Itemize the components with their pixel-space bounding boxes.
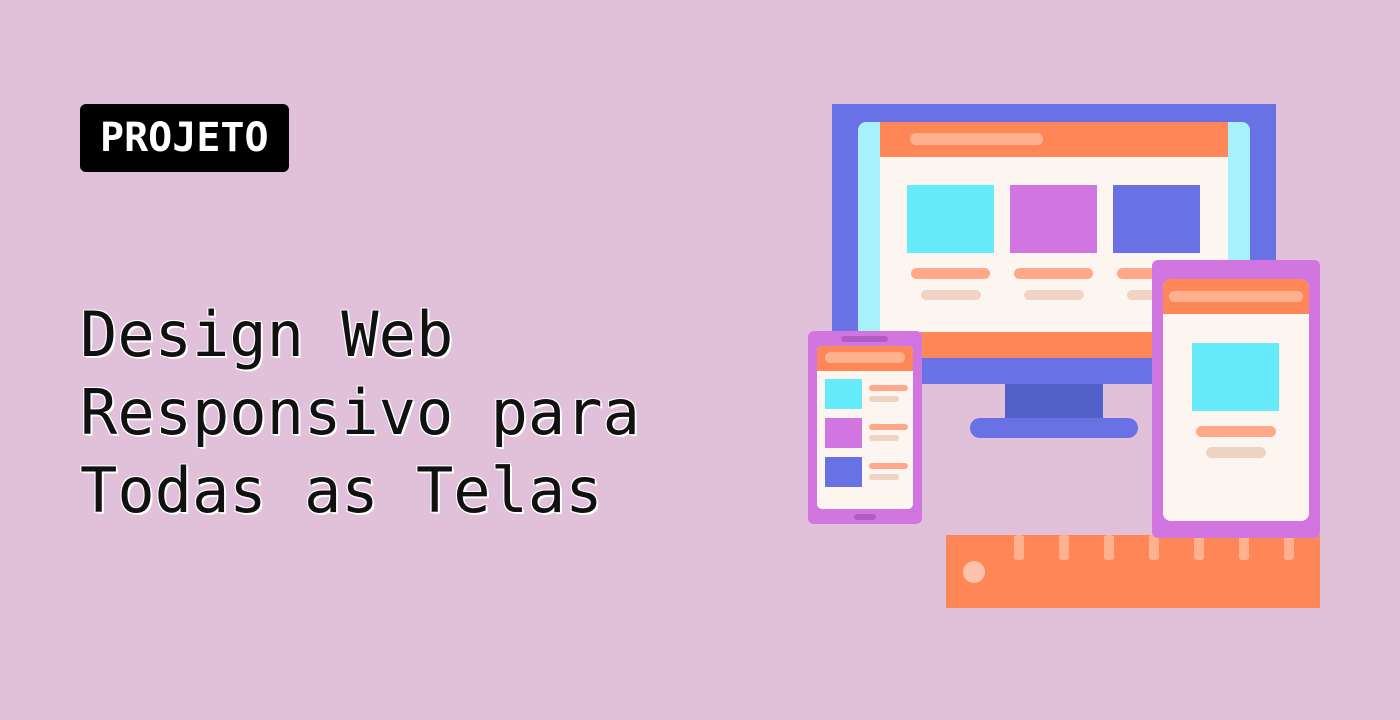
- monitor-header-bar: [910, 133, 1043, 145]
- ruler-hole: [963, 561, 985, 583]
- phone-list-thumb: [825, 379, 862, 409]
- monitor-card-1: [907, 185, 994, 253]
- monitor-text-line: [921, 290, 981, 300]
- responsive-devices-illustration: [808, 104, 1320, 608]
- ruler-icon: [946, 535, 1320, 608]
- phone-list-line: [869, 435, 899, 441]
- ruler-body: [946, 535, 1320, 608]
- tablet-text-line: [1206, 447, 1266, 458]
- ruler-tick: [1239, 535, 1249, 560]
- phone-list-line: [869, 396, 899, 402]
- phone-speaker: [841, 336, 888, 342]
- tablet-header-bar: [1169, 291, 1303, 302]
- tablet-icon: [1152, 260, 1320, 538]
- monitor-card-3: [1113, 185, 1200, 253]
- monitor-text-line: [1024, 290, 1084, 300]
- phone-list-line: [869, 424, 908, 430]
- monitor-stand-base: [970, 418, 1138, 438]
- ruler-tick: [1194, 535, 1204, 560]
- phone-list-thumb: [825, 418, 862, 448]
- phone-list-line: [869, 463, 908, 469]
- phone-list-line: [869, 474, 899, 480]
- ruler-tick: [1104, 535, 1114, 560]
- monitor-stand-neck: [1005, 380, 1103, 422]
- monitor-text-line: [911, 268, 990, 279]
- ruler-tick: [1284, 535, 1294, 560]
- ruler-tick: [1059, 535, 1069, 560]
- smartphone-icon: [808, 331, 922, 524]
- ruler-tick: [1014, 535, 1024, 560]
- ruler-tick: [1149, 535, 1159, 560]
- phone-list-thumb: [825, 457, 862, 487]
- phone-header-bar: [825, 352, 905, 363]
- monitor-text-line: [1014, 268, 1093, 279]
- phone-home-button: [854, 514, 876, 520]
- phone-list-line: [869, 385, 908, 391]
- tablet-text-line: [1196, 426, 1276, 437]
- tablet-card: [1192, 343, 1279, 411]
- monitor-card-2: [1010, 185, 1097, 253]
